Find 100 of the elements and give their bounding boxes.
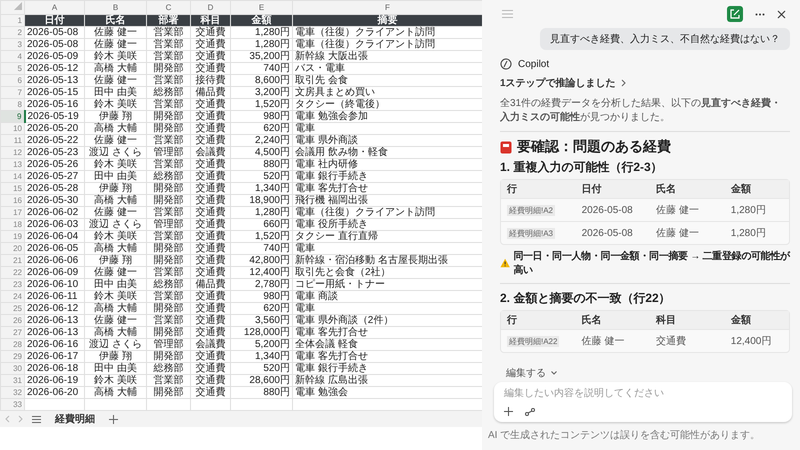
table-cell: 営業部 xyxy=(146,266,190,278)
table-cell: 取引先と会食（2社） xyxy=(292,266,482,278)
column-header[interactable]: C xyxy=(146,0,190,14)
sheet-tab[interactable]: 経費明細 xyxy=(49,412,101,426)
table-cell: 2026-06-20 xyxy=(24,386,84,398)
table-cell: 開発部 xyxy=(146,62,190,74)
column-header[interactable]: E xyxy=(230,0,292,14)
reasoning-toggle[interactable]: 1ステップで推論しました xyxy=(500,76,616,90)
new-chat-button[interactable] xyxy=(727,6,743,22)
row-number[interactable]: 19 xyxy=(0,230,24,242)
header-cell: 部署 xyxy=(146,14,190,26)
column-header[interactable]: B xyxy=(84,0,146,14)
close-icon[interactable] xyxy=(777,10,786,18)
row-number[interactable]: 22 xyxy=(0,266,24,278)
cell-reference-link[interactable]: 経費明細!A22 xyxy=(507,336,560,346)
row-number[interactable]: 2 xyxy=(0,26,24,38)
table-cell: 2026-06-06 xyxy=(24,254,84,266)
row-number[interactable]: 13 xyxy=(0,158,24,170)
table-cell: 電車 銀行手続き xyxy=(292,170,482,182)
row-number[interactable]: 25 xyxy=(0,302,24,314)
menu-icon[interactable] xyxy=(32,416,41,422)
table-cell: 2026-06-04 xyxy=(24,230,84,242)
row-number[interactable]: 15 xyxy=(0,182,24,194)
row-number[interactable]: 11 xyxy=(0,134,24,146)
table-cell: 交通費 xyxy=(190,218,230,230)
table-cell: 電車 客先打合せ xyxy=(292,182,482,194)
column-header[interactable]: A xyxy=(24,0,84,14)
table-cell: 取引先 会食 xyxy=(292,74,482,86)
table-cell: 交通費 xyxy=(190,170,230,182)
table-cell: 2026-05-22 xyxy=(24,134,84,146)
table-cell: 980円 xyxy=(230,290,292,302)
table-cell: 2026-05-15 xyxy=(24,86,84,98)
table-cell: 2026-05-09 xyxy=(24,50,84,62)
table-cell: 2026-05-28 xyxy=(24,182,84,194)
row-number[interactable]: 23 xyxy=(0,278,24,290)
row-number[interactable]: 21 xyxy=(0,254,24,266)
table-cell: 営業部 xyxy=(146,314,190,326)
row-number[interactable]: 9 xyxy=(0,110,24,122)
row-number[interactable]: 31 xyxy=(0,374,24,386)
table-cell: 2026-05-27 xyxy=(24,170,84,182)
row-number[interactable]: 24 xyxy=(0,290,24,302)
row-number[interactable]: 1 xyxy=(0,14,24,26)
table-cell: 全体会議 軽食 xyxy=(292,338,482,350)
table-cell: 電車（往復）クライアント訪問 xyxy=(292,26,482,38)
caret-icon[interactable] xyxy=(551,371,557,375)
table-cell: 文房具まとめ買い xyxy=(292,86,482,98)
row-number[interactable]: 26 xyxy=(0,314,24,326)
row-number[interactable]: 4 xyxy=(0,50,24,62)
table-cell: 520円 xyxy=(230,362,292,374)
table-cell: 備品費 xyxy=(190,278,230,290)
table-cell: 佐藤 健一 xyxy=(84,134,146,146)
subsection-heading: 2. 金額と摘要の不一致（行22） xyxy=(500,290,672,307)
table-cell: 8,600円 xyxy=(230,74,292,86)
table-cell: 電車 役所手続き xyxy=(292,218,482,230)
row-number[interactable]: 6 xyxy=(0,74,24,86)
row-number[interactable]: 18 xyxy=(0,218,24,230)
more-icon[interactable] xyxy=(755,12,765,16)
row-number[interactable]: 3 xyxy=(0,38,24,50)
row-number[interactable]: 12 xyxy=(0,146,24,158)
table-cell: 高橋 大輔 xyxy=(84,194,146,206)
section-heading: 要確認：問題のある経費 xyxy=(517,138,671,156)
cell-reference-link[interactable]: 経費明細!A3 xyxy=(507,228,556,238)
table-cell: 高橋 大輔 xyxy=(84,122,146,134)
row-number[interactable]: 28 xyxy=(0,338,24,350)
row-number[interactable]: 10 xyxy=(0,122,24,134)
table-cell: 伊藤 翔 xyxy=(84,350,146,362)
link-icon[interactable] xyxy=(525,408,535,416)
table-cell: 交通費 xyxy=(190,374,230,386)
row-number[interactable]: 8 xyxy=(0,98,24,110)
table-cell: 高橋 大輔 xyxy=(84,302,146,314)
row-number[interactable]: 17 xyxy=(0,206,24,218)
column-header[interactable]: F xyxy=(292,0,482,14)
row-number[interactable]: 5 xyxy=(0,62,24,74)
table-cell: 520円 xyxy=(230,170,292,182)
row-number[interactable]: 27 xyxy=(0,326,24,338)
row-number[interactable]: 14 xyxy=(0,170,24,182)
table-cell: 総務部 xyxy=(146,362,190,374)
row-number[interactable]: 30 xyxy=(0,362,24,374)
table-cell: 佐藤 健一 xyxy=(84,314,146,326)
add-sheet-icon[interactable] xyxy=(109,414,118,424)
table-cell-text: 佐藤 健一 xyxy=(656,204,700,217)
edit-menu-button[interactable]: 編集する xyxy=(506,366,546,380)
table-cell: 1,340円 xyxy=(230,350,292,362)
column-header[interactable]: D xyxy=(190,0,230,14)
cell-reference-link[interactable]: 経費明細!A2 xyxy=(507,204,556,216)
row-number[interactable]: 16 xyxy=(0,194,24,206)
row-number[interactable]: 29 xyxy=(0,350,24,362)
plus-icon[interactable] xyxy=(504,407,513,416)
row-number[interactable]: 32 xyxy=(0,386,24,398)
table-cell: 2026-06-05 xyxy=(24,242,84,254)
table-cell: 2026-06-11 xyxy=(24,290,84,302)
table-cell: 2026-06-02 xyxy=(24,206,84,218)
table-cell: 鈴木 美咲 xyxy=(84,230,146,242)
row-number[interactable]: 20 xyxy=(0,242,24,254)
row-number[interactable]: 7 xyxy=(0,86,24,98)
table-cell: 620円 xyxy=(230,302,292,314)
column-heading: 金額 xyxy=(730,182,752,196)
header-cell: 日付 xyxy=(24,14,84,26)
table-cell-text: 1,280円 xyxy=(730,227,767,240)
row-number[interactable]: 33 xyxy=(0,398,24,410)
